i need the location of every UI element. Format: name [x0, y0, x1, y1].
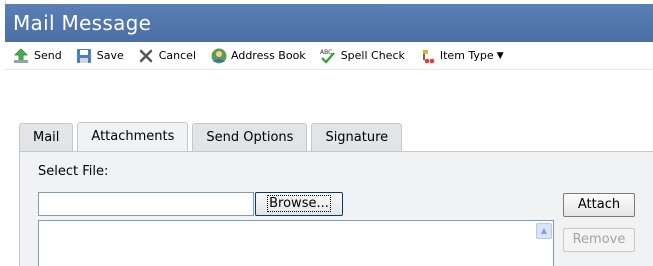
tab-mail[interactable]: Mail [19, 123, 74, 151]
save-label: Save [96, 49, 124, 62]
svg-text:ABC: ABC [320, 49, 332, 56]
chevron-down-icon: ▼ [496, 50, 504, 61]
spell-check-icon: ABC [320, 48, 336, 64]
tab-send-options[interactable]: Send Options [192, 123, 308, 151]
toolbar: Send Save Cancel Address Book ABC Spell … [5, 42, 653, 70]
send-icon [13, 47, 29, 64]
address-book-icon [210, 48, 227, 64]
attach-button[interactable]: Attach [563, 193, 635, 217]
cancel-icon [138, 48, 154, 64]
spell-check-label: Spell Check [340, 49, 405, 62]
select-file-label: Select File: [38, 164, 109, 179]
tab-attachments[interactable]: Attachments [77, 122, 189, 151]
item-type-icon [419, 48, 435, 64]
tab-signature[interactable]: Signature [311, 123, 403, 151]
send-button[interactable]: Send [13, 47, 62, 64]
attachments-panel: Select File: Browse... ▲ Attach Remove [19, 151, 653, 266]
item-type-dropdown[interactable]: Item Type ▼ [419, 48, 504, 64]
message-body: Mail Attachments Send Options Signature … [5, 70, 653, 266]
tab-strip: Mail Attachments Send Options Signature [19, 122, 406, 151]
remove-button[interactable]: Remove [563, 228, 635, 252]
send-label: Send [34, 49, 62, 62]
scroll-up-icon[interactable]: ▲ [536, 223, 552, 239]
save-icon [76, 48, 92, 64]
cancel-label: Cancel [158, 49, 196, 62]
window-title: Mail Message [5, 4, 653, 42]
address-book-label: Address Book [231, 49, 306, 62]
browse-label: Browse... [267, 195, 331, 212]
spell-check-button[interactable]: ABC Spell Check [320, 48, 405, 64]
file-path-input[interactable] [38, 192, 254, 216]
attachments-list[interactable]: ▲ [38, 220, 554, 266]
address-book-button[interactable]: Address Book [210, 48, 306, 64]
item-type-label: Item Type [439, 49, 494, 62]
save-button[interactable]: Save [76, 48, 124, 64]
cancel-button[interactable]: Cancel [138, 48, 196, 64]
browse-button[interactable]: Browse... [255, 192, 343, 216]
